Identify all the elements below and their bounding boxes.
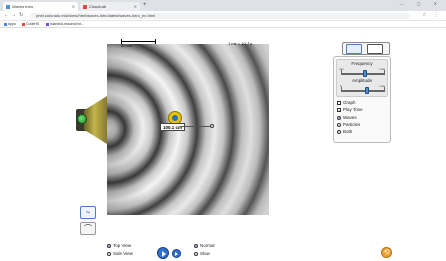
tab-label: CloudLab xyxy=(89,4,107,9)
waves-radio-row[interactable]: Waves xyxy=(337,115,357,120)
new-tab-icon[interactable]: + xyxy=(143,2,147,8)
frequency-tick-min xyxy=(341,70,342,73)
time-scale-label: 1 ms = 10⁻³ s xyxy=(228,41,253,46)
step-forward-button[interactable] xyxy=(172,249,181,258)
dual-source-view-button[interactable] xyxy=(367,44,383,54)
address-bar-row: ← → ↻ phet.colorado.edu/sims/html/waves-… xyxy=(0,11,446,21)
normal-speed-radio[interactable] xyxy=(194,243,198,248)
normal-speed-radio-row[interactable]: Normal xyxy=(194,243,215,248)
waves-radio[interactable] xyxy=(337,115,341,120)
play-pause-button[interactable] xyxy=(157,247,169,259)
pulse-graph-button[interactable]: ⌒ xyxy=(80,222,96,235)
particles-radio[interactable] xyxy=(337,122,341,127)
browser-tab-strip: Waves Intro ✕ CloudLab ✕ + — ▢ ✕ xyxy=(0,0,446,11)
slider-group: Frequency min max Amplitude 0 max xyxy=(336,59,388,97)
slow-speed-radio[interactable] xyxy=(194,251,198,256)
control-panel: Frequency min max Amplitude 0 max Graph … xyxy=(333,56,391,143)
apps-icon xyxy=(4,22,7,26)
bookmark-apps[interactable]: Apps xyxy=(4,21,16,28)
tape-line xyxy=(121,41,156,42)
play-tone-checkbox-row[interactable]: ✓ Play Tone xyxy=(337,107,363,112)
speaker-cone xyxy=(84,96,107,144)
amplitude-slider-thumb[interactable] xyxy=(365,87,370,94)
reset-all-button[interactable]: ⟲ xyxy=(381,247,392,258)
probe-lens-icon xyxy=(172,115,178,121)
cloudlab-favicon-icon xyxy=(83,4,87,9)
close-tab-icon[interactable]: ✕ xyxy=(72,2,75,11)
url-field[interactable]: phet.colorado.edu/sims/html/waves-intro/… xyxy=(30,13,410,19)
top-view-radio-row[interactable]: Top View xyxy=(107,243,131,248)
speaker-pulse-button[interactable] xyxy=(77,114,87,124)
tab-label: Waves Intro xyxy=(12,4,34,9)
probe-readout: 100.1 cm xyxy=(160,123,186,131)
frequency-tick-max xyxy=(384,70,385,73)
slow-speed-radio-row[interactable]: Slow xyxy=(194,251,210,256)
bookmark-lessons[interactable]: Islands/Lessons/Ind... xyxy=(46,21,84,28)
bookmarks-bar: Apps CodeHS Islands/Lessons/Ind... xyxy=(0,21,446,28)
probe-tip[interactable] xyxy=(210,124,214,128)
tab-waves-intro[interactable]: Waves Intro ✕ xyxy=(3,2,78,11)
wave-fade xyxy=(107,44,147,215)
tab-cloudlab[interactable]: CloudLab ✕ xyxy=(80,2,140,11)
lessons-icon xyxy=(46,22,49,26)
both-radio-row[interactable]: Both xyxy=(337,129,352,134)
speaker xyxy=(74,96,107,144)
amplitude-tick-min xyxy=(341,87,342,90)
bookmark-codehs[interactable]: CodeHS xyxy=(22,21,39,28)
probe-wire xyxy=(180,126,212,127)
top-view-radio[interactable] xyxy=(107,243,111,248)
tape-end-cap xyxy=(155,39,156,44)
wave-visualization xyxy=(107,44,269,215)
side-view-radio[interactable] xyxy=(107,251,111,256)
side-view-radio-row[interactable]: Side View xyxy=(107,251,133,256)
amplitude-title: Amplitude xyxy=(351,78,372,83)
close-tab-icon[interactable]: ✕ xyxy=(134,2,137,11)
view-toggle xyxy=(342,42,390,55)
wave-graph-button[interactable]: ~ xyxy=(80,206,96,219)
window-controls[interactable]: — ▢ ✕ xyxy=(400,1,443,6)
codehs-icon xyxy=(22,22,25,26)
sine-wave-icon: ~ xyxy=(85,208,91,217)
graph-checkbox-row[interactable]: Graph xyxy=(337,100,356,105)
single-source-view-button[interactable] xyxy=(346,44,362,54)
reset-icon: ⟲ xyxy=(383,249,390,256)
back-icon[interactable]: ← xyxy=(4,12,9,18)
amplitude-track[interactable] xyxy=(341,90,385,92)
amplitude-tick-max xyxy=(384,87,385,90)
forward-icon[interactable]: → xyxy=(11,12,16,18)
graph-checkbox[interactable] xyxy=(337,100,341,105)
star-icon[interactable]: ☆ ⋮ xyxy=(422,12,442,18)
particles-radio-row[interactable]: Particles xyxy=(337,122,360,127)
phet-favicon-icon xyxy=(6,4,10,9)
both-radio[interactable] xyxy=(337,129,341,134)
frequency-title: Frequency xyxy=(351,61,373,66)
pulse-icon: ⌒ xyxy=(84,224,92,233)
frequency-slider-thumb[interactable] xyxy=(363,70,368,77)
reload-icon[interactable]: ↻ xyxy=(19,12,23,18)
play-tone-checkbox[interactable]: ✓ xyxy=(337,107,341,112)
